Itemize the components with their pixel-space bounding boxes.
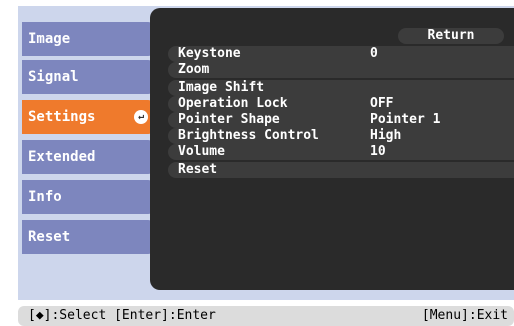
row-value: Pointer 1 [370, 112, 441, 127]
row-label: Image Shift [178, 80, 265, 95]
row-value: 10 [370, 144, 386, 159]
row-value: High [370, 128, 402, 143]
row-label: Operation Lock [178, 96, 288, 111]
sidebar-item-label: Info [28, 189, 62, 205]
sidebar-item-extended[interactable]: Extended [22, 140, 154, 174]
sidebar-item-image[interactable]: Image [22, 22, 154, 56]
sidebar-item-label: Image [28, 31, 71, 47]
row-label: Brightness Control [178, 128, 319, 143]
enter-icon: ↵ [134, 110, 148, 124]
row-label: Reset [178, 162, 218, 177]
row-reset[interactable]: Reset [168, 162, 514, 178]
sidebar-item-label: Settings [28, 109, 96, 125]
row-label: Keystone [178, 46, 241, 61]
return-button[interactable]: Return [398, 28, 504, 44]
sidebar-item-signal[interactable]: Signal [22, 60, 154, 94]
row-value: OFF [370, 96, 394, 111]
row-keystone[interactable]: Keystone 0 [168, 46, 514, 62]
row-zoom[interactable]: Zoom [168, 62, 514, 78]
sidebar-item-label: Reset [28, 229, 71, 245]
row-volume[interactable]: Volume 10 [168, 144, 514, 160]
row-operation-lock[interactable]: Operation Lock OFF [168, 96, 514, 112]
row-label: Pointer Shape [178, 112, 280, 127]
sidebar-item-label: Extended [28, 149, 96, 165]
sidebar-item-reset[interactable]: Reset [22, 220, 154, 254]
help-bar-right: [Menu]:Exit [421, 308, 508, 323]
row-label: Volume [178, 144, 225, 159]
sidebar-item-info[interactable]: Info [22, 180, 154, 214]
help-bar-left: [◆]:Select [Enter]:Enter [28, 308, 216, 323]
help-bar: [◆]:Select [Enter]:Enter [Menu]:Exit [18, 306, 514, 326]
sidebar-item-label: Signal [28, 69, 79, 85]
row-pointer-shape[interactable]: Pointer Shape Pointer 1 [168, 112, 514, 128]
row-label: Zoom [178, 62, 210, 77]
sidebar-item-settings[interactable]: Settings ↵ [22, 100, 154, 134]
row-brightness-control[interactable]: Brightness Control High [168, 128, 514, 144]
return-label: Return [427, 28, 475, 43]
row-value: 0 [370, 46, 378, 61]
row-image-shift[interactable]: Image Shift [168, 80, 514, 96]
